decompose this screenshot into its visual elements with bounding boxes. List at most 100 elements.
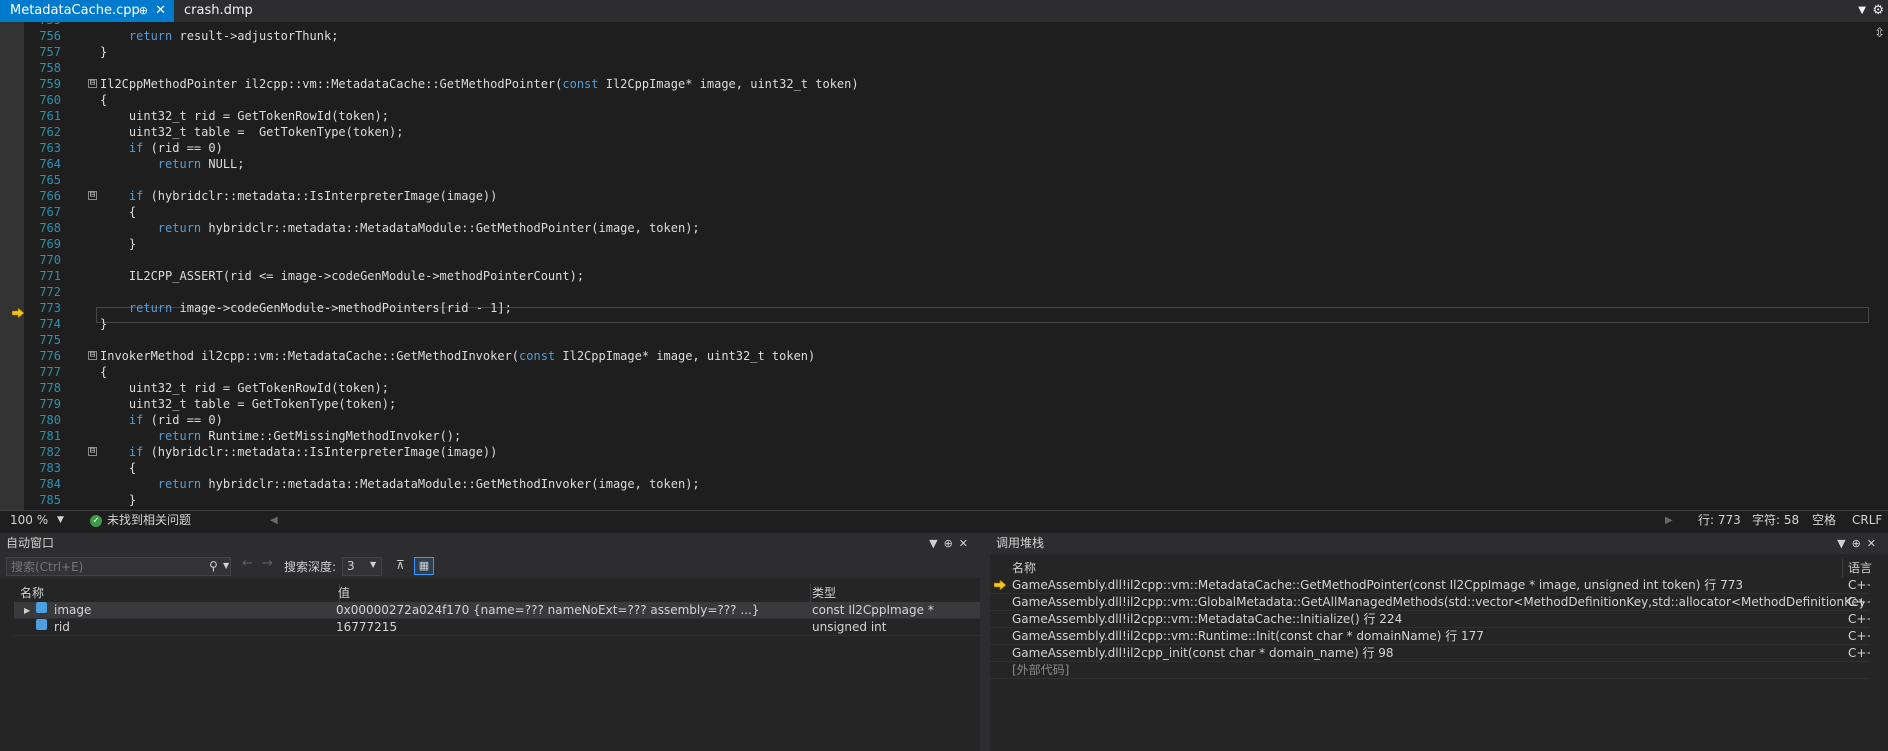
code-line[interactable]: 763 if (rid == 0) [24,140,1869,156]
code-line[interactable]: 765 [24,172,1869,188]
close-icon[interactable]: ✕ [155,0,166,22]
indicator-margin[interactable] [0,22,24,510]
callstack-frame[interactable]: GameAssembly.dll!il2cpp::vm::MetadataCac… [990,611,1870,628]
search-input[interactable] [11,559,201,574]
chevron-down-icon[interactable]: ▼ [57,511,64,530]
line-number: 766 [39,189,61,203]
code-line[interactable]: 779 uint32_t table = GetTokenType(token)… [24,396,1869,412]
callstack-frame[interactable]: GameAssembly.dll!il2cpp::vm::GlobalMetad… [990,594,1870,611]
code-line[interactable]: 766 ⊟ if (hybridclr::metadata::IsInterpre… [24,188,1869,204]
code-line[interactable]: 759 ⊟ Il2CppMethodPointer il2cpp::vm::Meta… [24,76,1869,92]
issues-status[interactable]: 未找到相关问题 [107,511,191,530]
code-line[interactable]: 783 { [24,460,1869,476]
frame-name[interactable]: GameAssembly.dll!il2cpp::vm::MetadataCac… [1012,611,1864,627]
pin-filter-icon[interactable]: ⊼ [396,558,405,572]
pin-icon[interactable]: ⊕ [1852,537,1867,550]
code-line[interactable]: 757} [24,44,1869,60]
code-line[interactable]: 771 IL2CPP_ASSERT(rid <= image->codeGenM… [24,268,1869,284]
code-line[interactable]: 774} [24,316,1869,332]
autos-row[interactable]: ▶ image 0x00000272a024f170 {name=??? nameN… [14,602,980,619]
search-icon[interactable]: ⚲ [209,559,218,573]
column-name[interactable]: 名称 [1012,559,1036,577]
fold-toggle-icon[interactable]: ⊟ [88,351,97,360]
scroll-left-icon[interactable]: ◀ [270,511,278,530]
line-number: 780 [39,413,61,427]
zoom-level[interactable]: 100 % [10,511,48,530]
arrow-left-icon[interactable]: ← [242,556,253,571]
code-line[interactable]: 780 if (rid == 0) [24,412,1869,428]
view-toggle-icon[interactable]: ▦ [414,557,434,575]
code-line[interactable]: 761 uint32_t rid = GetTokenRowId(token); [24,108,1869,124]
expand-icon[interactable]: ▶ [24,602,30,618]
code-text: return hybridclr::metadata::MetadataModu… [157,477,700,491]
fold-toggle-icon[interactable]: ⊟ [88,447,97,456]
frame-name[interactable]: GameAssembly.dll!il2cpp::vm::GlobalMetad… [1012,594,1864,610]
cell-value[interactable]: 16777215 [336,619,806,635]
callstack-frame[interactable]: GameAssembly.dll!il2cpp::vm::MetadataCac… [990,577,1870,594]
line-number: 772 [39,285,61,299]
autos-row[interactable]: rid 16777215 unsigned int [14,619,980,636]
pin-icon[interactable]: ⊕ [944,537,959,550]
code-line[interactable]: 785 } [24,492,1869,508]
callstack-frame[interactable]: [外部代码] [990,662,1870,679]
callstack-frame[interactable]: GameAssembly.dll!il2cpp::vm::Runtime::In… [990,628,1870,645]
code-line[interactable]: 776 ⊟ InvokerMethod il2cpp::vm::MetadataCa… [24,348,1869,364]
code-line[interactable]: 764 return NULL; [24,156,1869,172]
code-line[interactable]: 775 [24,332,1869,348]
tab-crash-dmp[interactable]: crash.dmp [174,0,284,22]
code-line[interactable]: 762 uint32_t table = GetTokenType(token)… [24,124,1869,140]
close-icon[interactable]: ✕ [1867,537,1882,550]
arrow-right-icon[interactable]: → [262,556,273,571]
vertical-scrollbar[interactable] [1874,554,1888,751]
code-line[interactable]: 758 [24,60,1869,76]
code-line[interactable]: 767 { [24,204,1869,220]
code-line[interactable]: 760 { [24,92,1869,108]
code-line[interactable]: 756 return result->adjustorThunk; [24,28,1869,44]
panel-splitter[interactable] [980,533,990,751]
char-indicator[interactable]: 字符: 58 [1752,511,1799,530]
cell-value[interactable]: 0x00000272a024f170 {name=??? nameNoExt=?… [336,602,806,618]
code-line[interactable]: 781 return Runtime::GetMissingMethodInvo… [24,428,1869,444]
frame-name[interactable]: [外部代码] [1012,662,1864,678]
column-type[interactable]: 类型 [812,584,836,602]
cell-name[interactable]: rid [54,619,334,635]
chevron-down-icon[interactable]: ▼ [1837,537,1851,550]
gear-icon[interactable]: ⚙ [1872,0,1884,22]
code-line[interactable]: 777 { [24,364,1869,380]
line-ending-indicator[interactable]: CRLF [1852,511,1882,530]
callstack-frame[interactable]: GameAssembly.dll!il2cpp_init(const char … [990,645,1870,662]
close-icon[interactable]: ✕ [959,537,974,550]
column-language[interactable]: 语言 [1848,559,1872,577]
split-icon[interactable]: ⇳ [1874,26,1885,41]
code-line[interactable]: 768 return hybridclr::metadata::Metadata… [24,220,1869,236]
chevron-down-icon[interactable]: ▼ [929,537,943,550]
vertical-scrollbar[interactable]: ⇳ [1870,22,1888,510]
frame-name[interactable]: GameAssembly.dll!il2cpp_init(const char … [1012,645,1864,661]
pin-icon[interactable]: ⊕ [139,0,148,22]
fold-toggle-icon[interactable]: ⊟ [88,79,97,88]
frame-name[interactable]: GameAssembly.dll!il2cpp::vm::Runtime::In… [1012,628,1864,644]
frame-name[interactable]: GameAssembly.dll!il2cpp::vm::MetadataCac… [1012,577,1864,593]
code-line[interactable]: 770 [24,252,1869,268]
code-line[interactable]: 773 return image->codeGenModule->methodP… [24,300,1869,316]
whitespace-indicator[interactable]: 空格 [1812,511,1836,530]
code-line[interactable]: 778 uint32_t rid = GetTokenRowId(token); [24,380,1869,396]
tab-metadatacache-cpp[interactable]: MetadataCache.cpp ⊕ ✕ [0,0,174,22]
code-line[interactable]: 769 } [24,236,1869,252]
chevron-down-icon[interactable]: ▼ [370,560,376,569]
code-editor[interactable]: 755756 return result->adjustorThunk;757}… [0,22,1888,510]
chevron-down-icon[interactable]: ▼ [223,561,229,570]
line-indicator[interactable]: 行: 773 [1698,511,1741,530]
column-value[interactable]: 值 [338,584,350,602]
cell-name[interactable]: image [54,602,334,618]
code-line[interactable]: 772 [24,284,1869,300]
code-line[interactable]: 784 return hybridclr::metadata::Metadata… [24,476,1869,492]
column-name[interactable]: 名称 [20,584,44,602]
chevron-down-icon[interactable]: ▼ [1858,0,1866,22]
scroll-right-icon[interactable]: ▶ [1665,511,1673,530]
line-number: 784 [39,477,61,491]
cell-type[interactable]: unsigned int [812,619,972,635]
fold-toggle-icon[interactable]: ⊟ [88,191,97,200]
cell-type[interactable]: const Il2CppImage * [812,602,972,618]
code-line[interactable]: 782 ⊟ if (hybridclr::metadata::IsInterpre… [24,444,1869,460]
